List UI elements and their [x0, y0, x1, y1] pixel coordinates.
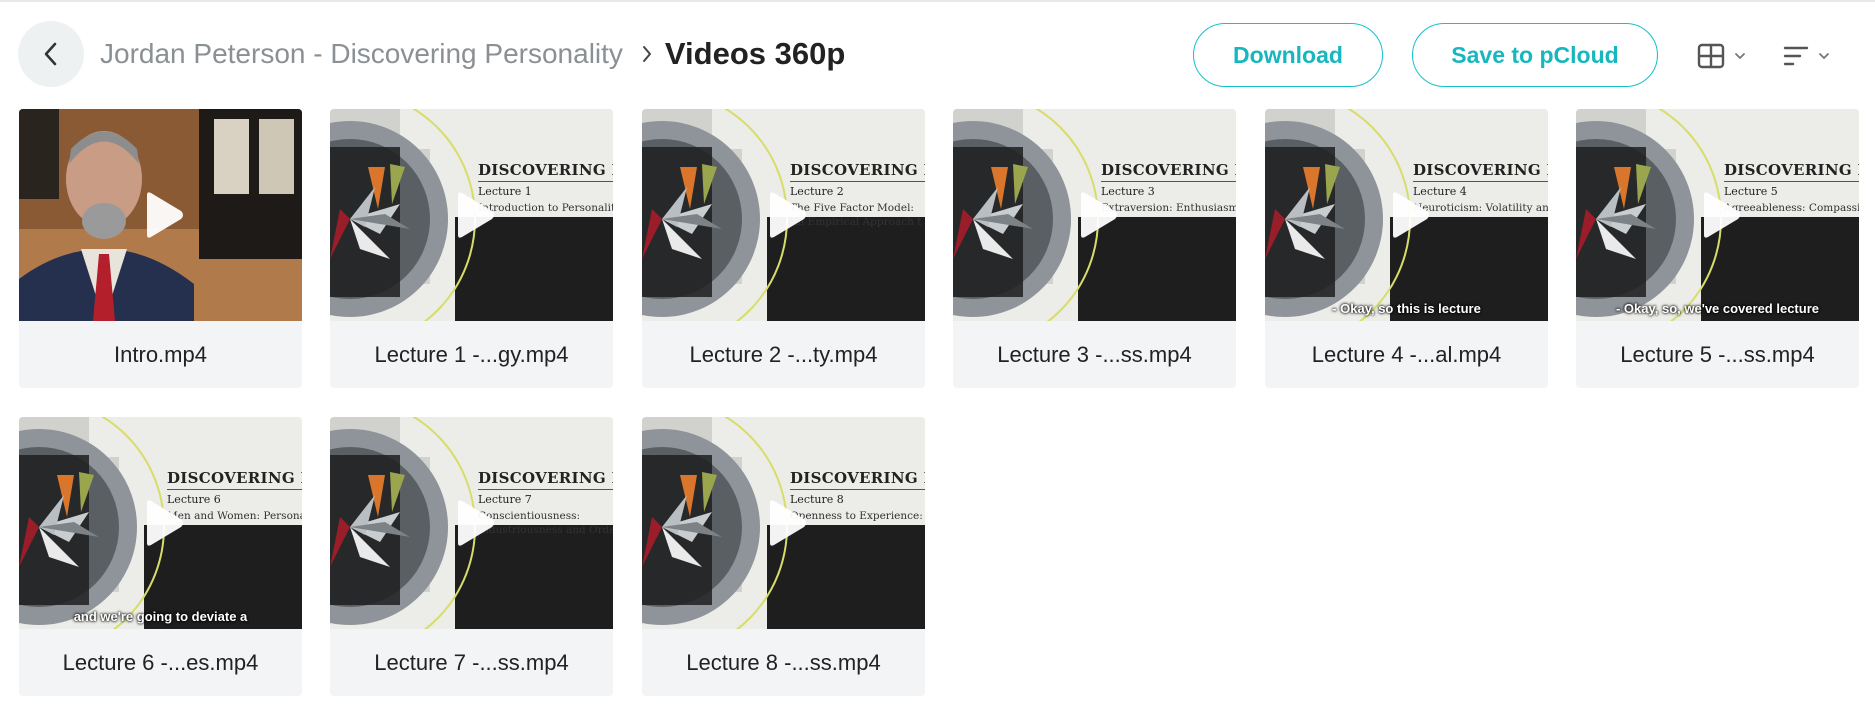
play-icon: [147, 192, 183, 238]
sort-dropdown[interactable]: [1783, 40, 1831, 72]
video-thumbnail[interactable]: DISCOVERING PELecture 5Agreeableness: Co…: [1576, 109, 1859, 321]
video-thumbnail[interactable]: [19, 109, 302, 321]
file-name: Lecture 6 -...es.mp4: [62, 649, 259, 675]
slide-divider: [167, 489, 302, 490]
play-icon: [1704, 192, 1740, 238]
breadcrumb-parent-link[interactable]: Jordan Peterson - Discovering Personalit…: [100, 38, 623, 70]
save-to-pcloud-button[interactable]: Save to pCloud: [1412, 23, 1658, 87]
slide-divider: [1724, 181, 1859, 182]
video-thumbnail[interactable]: DISCOVERING PELecture 6Men and Women: Pe…: [19, 417, 302, 629]
file-card[interactable]: DISCOVERING PERLecture 8Openness to Expe…: [642, 417, 925, 696]
slide-subtitle: Openness to Experience: In: [790, 510, 925, 522]
file-name: Lecture 8 -...ss.mp4: [686, 649, 881, 675]
breadcrumb: Jordan Peterson - Discovering Personalit…: [100, 34, 845, 74]
slide-divider: [790, 489, 925, 490]
play-icon: [458, 192, 494, 238]
file-name: Lecture 5 -...ss.mp4: [1620, 341, 1815, 367]
slide-subtitle: Industriousness and Orde: [478, 524, 613, 536]
file-card[interactable]: DISCOVERING PELecture 7Conscientiousness…: [330, 417, 613, 696]
chevron-left-icon: [44, 42, 57, 66]
file-name: Lecture 2 -...ty.mp4: [689, 341, 878, 367]
slide-title: DISCOVERING PE: [478, 161, 613, 179]
file-card[interactable]: Intro.mp4: [19, 109, 302, 388]
video-thumbnail[interactable]: DISCOVERING PELecture 3Extraversion: Ent…: [953, 109, 1236, 321]
slide-title: DISCOVERING PE: [167, 469, 302, 487]
slide-title: DISCOVERING PE: [790, 161, 925, 179]
chevron-down-icon: [1819, 53, 1829, 59]
file-card[interactable]: DISCOVERING PELecture 5Agreeableness: Co…: [1576, 109, 1859, 388]
slide-divider: [1101, 181, 1236, 182]
slide-title: DISCOVERING PER: [790, 469, 925, 487]
slide-divider: [478, 489, 613, 490]
slide-subtitle: Introduction to Personality: [478, 202, 613, 214]
video-thumbnail[interactable]: DISCOVERING PELecture 7Conscientiousness…: [330, 417, 613, 629]
file-card[interactable]: DISCOVERING PELecture 6Men and Women: Pe…: [19, 417, 302, 696]
video-thumbnail[interactable]: DISCOVERING PELecture 1Introduction to P…: [330, 109, 613, 321]
play-icon: [147, 500, 183, 546]
slide-title: DISCOVERING PE: [478, 469, 613, 487]
file-name: Lecture 4 -...al.mp4: [1311, 341, 1502, 367]
video-thumbnail[interactable]: DISCOVERING PELecture 4Neuroticism: Vola…: [1265, 109, 1548, 321]
slide-divider: [478, 181, 613, 182]
video-thumbnail[interactable]: DISCOVERING PERLecture 8Openness to Expe…: [642, 417, 925, 629]
play-icon: [1081, 192, 1117, 238]
file-name: Lecture 7 -...ss.mp4: [374, 649, 569, 675]
toolbar: Jordan Peterson - Discovering Personalit…: [0, 0, 1875, 108]
file-name: Lecture 3 -...ss.mp4: [997, 341, 1192, 367]
play-icon: [1393, 192, 1429, 238]
play-icon: [458, 500, 494, 546]
slide-divider: [1413, 181, 1548, 182]
download-button[interactable]: Download: [1193, 23, 1383, 87]
video-thumbnail[interactable]: DISCOVERING PELecture 2The Five Factor M…: [642, 109, 925, 321]
play-icon: [770, 192, 806, 238]
back-button[interactable]: [18, 21, 84, 87]
file-name: Lecture 1 -...gy.mp4: [374, 341, 569, 367]
view-mode-dropdown[interactable]: [1697, 40, 1747, 72]
slide-title: DISCOVERING PE: [1724, 161, 1859, 179]
slide-divider: [790, 181, 925, 182]
slide-subtitle: Neuroticism: Volatility and: [1413, 202, 1548, 214]
page-title: Videos 360p: [664, 36, 846, 71]
file-name: Intro.mp4: [114, 341, 207, 367]
file-card[interactable]: DISCOVERING PELecture 1Introduction to P…: [330, 109, 613, 388]
video-caption: - Okay, so this is lecture: [1332, 301, 1481, 316]
sort-icon: [1783, 46, 1809, 66]
file-card[interactable]: DISCOVERING PELecture 2The Five Factor M…: [642, 109, 925, 388]
grid-view-icon: [1697, 43, 1725, 69]
chevron-down-icon: [1735, 53, 1745, 59]
file-card[interactable]: DISCOVERING PELecture 3Extraversion: Ent…: [953, 109, 1236, 388]
slide-title: DISCOVERING PE: [1101, 161, 1236, 179]
video-caption: and we're going to deviate a: [73, 609, 248, 624]
slide-subtitle: Men and Women: Persona: [167, 510, 302, 522]
file-card[interactable]: DISCOVERING PELecture 4Neuroticism: Vola…: [1265, 109, 1548, 388]
video-caption: - Okay, so, we've covered lecture: [1615, 301, 1819, 316]
slide-subtitle: Extraversion: Enthusiasm: [1101, 202, 1236, 214]
slide-title: DISCOVERING PE: [1413, 161, 1548, 179]
play-icon: [770, 500, 806, 546]
chevron-right-icon: [641, 44, 653, 64]
slide-subtitle: Agreeableness: Compassio: [1724, 202, 1859, 214]
